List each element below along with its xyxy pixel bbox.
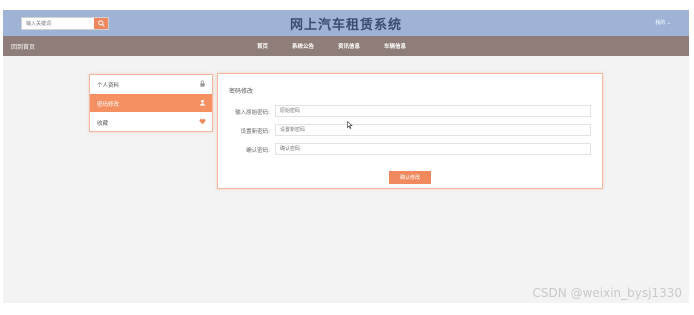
sidebar-item-password[interactable]: 密码修改 [90, 94, 212, 112]
watermark-text: CSDN @weixin_bysj1330 [532, 286, 682, 300]
nav-items: 首页 系统公告 资讯信息 车辆信息 [257, 42, 430, 50]
nav-item-news[interactable]: 资讯信息 [338, 42, 360, 50]
mouse-cursor-icon [347, 121, 353, 129]
site-title: 网上汽车租赁系统 [289, 18, 402, 33]
lock-icon [200, 80, 205, 87]
password-form-panel: 密码修改 输入原始密码: 设置新密码: 确认密码: 确认修改 [217, 73, 603, 189]
nav-item-home[interactable]: 首页 [257, 42, 268, 50]
user-menu[interactable]: 我的 ⌄ [655, 19, 671, 26]
sidebar-item-label: 个人资料 [97, 83, 120, 89]
sidebar-item-profile[interactable]: 个人资料 [90, 75, 212, 93]
main-nav: 回到首页 首页 系统公告 资讯信息 车辆信息 [3, 36, 689, 56]
old-password-input[interactable] [275, 105, 591, 117]
confirm-password-input[interactable] [275, 143, 591, 155]
form-title: 密码修改 [229, 88, 254, 95]
nav-item-announcements[interactable]: 系统公告 [292, 42, 314, 50]
sidebar-item-label: 收藏 [97, 121, 109, 127]
nav-item-vehicles[interactable]: 车辆信息 [384, 42, 406, 50]
old-password-label: 输入原始密码: [235, 110, 270, 116]
heart-icon [199, 118, 206, 125]
account-sidebar: 个人资料 密码修改 收藏 [89, 74, 213, 132]
sidebar-item-label: 密码修改 [97, 102, 120, 108]
confirm-password-label: 确认密码: [246, 148, 270, 154]
sidebar-item-favorites[interactable]: 收藏 [90, 113, 212, 131]
new-password-label: 设置新密码: [240, 129, 270, 135]
nav-home-link[interactable]: 回到首页 [11, 42, 35, 51]
new-password-input[interactable] [275, 124, 591, 136]
confirm-change-button[interactable]: 确认修改 [389, 171, 431, 184]
user-icon [200, 99, 205, 106]
top-header: 网上汽车租赁系统 我的 ⌄ [3, 10, 689, 36]
